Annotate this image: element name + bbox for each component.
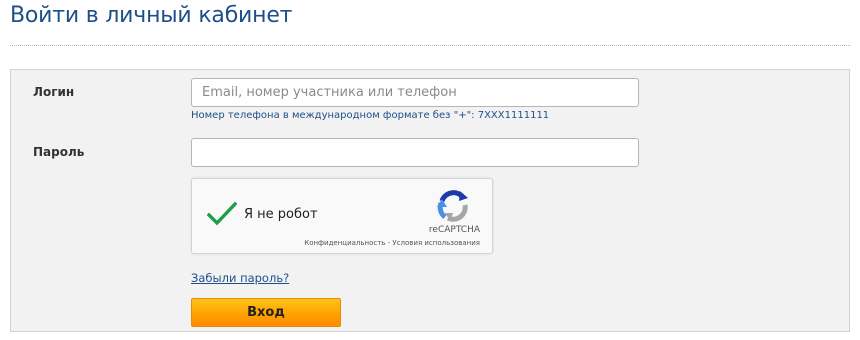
login-submit-button[interactable]: Вход — [191, 298, 341, 327]
login-form: Логин Номер телефона в международном фор… — [10, 69, 850, 332]
password-input[interactable] — [191, 138, 639, 167]
forgot-password-link[interactable]: Забыли пароль? — [191, 271, 289, 285]
recaptcha-logo-icon — [436, 188, 470, 222]
recaptcha-widget: Я не робот reCAPTCHA Конфиденциальность … — [191, 178, 493, 254]
page-title: Войти в личный кабинет — [10, 3, 293, 28]
title-divider — [10, 45, 851, 46]
captcha-label: Я не робот — [244, 207, 318, 222]
recaptcha-brand: reCAPTCHA — [428, 225, 480, 235]
login-input[interactable] — [191, 78, 639, 107]
captcha-checkmark-icon[interactable] — [206, 201, 238, 227]
password-label: Пароль — [33, 145, 85, 159]
login-label: Логин — [33, 85, 75, 99]
login-hint: Номер телефона в международном формате б… — [191, 110, 550, 121]
recaptcha-privacy-terms-links[interactable]: Конфиденциальность - Условия использован… — [304, 239, 480, 247]
